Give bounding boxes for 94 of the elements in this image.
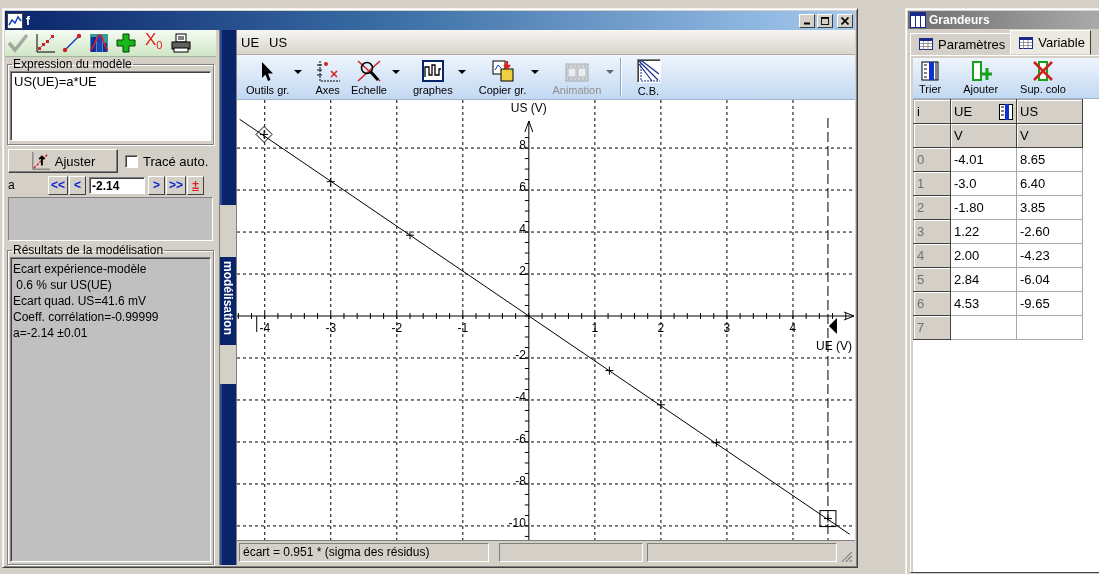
tick-label: -8 [515,473,526,488]
group-label: Expression du modèle [12,57,133,71]
tick-label: 2 [657,321,665,335]
histogram-icon[interactable] [89,33,109,53]
tick-label: -6 [515,431,526,446]
result-line: Coeff. corrélation=-0.99999 [13,309,160,325]
sort-column-icon [919,61,942,81]
step-button[interactable]: > [148,175,165,195]
tick-label: -1 [457,321,469,335]
window-title: Grandeurs [929,13,990,27]
triangle-marker[interactable] [828,318,837,334]
maximize-icon [821,16,829,25]
status-panel: écart = 0.951 * (sigma des résidus) [239,543,490,562]
menu-item[interactable]: US [269,34,288,50]
fan-lines-icon [637,59,662,83]
tick-label: 4 [519,222,526,237]
column-header[interactable]: i [913,99,951,124]
plus-icon[interactable] [116,33,136,53]
data-point [604,366,614,376]
cursor-line[interactable] [827,117,829,540]
toolbar-button[interactable]: Axes [311,58,344,96]
column-header[interactable]: UE [950,99,1017,124]
tab[interactable]: Paramètres [910,33,1012,55]
maximize-button[interactable] [817,13,833,28]
fit-button[interactable]: Ajuster [8,149,118,173]
menu-item[interactable]: UE [241,34,260,50]
close-button[interactable] [837,13,853,28]
header-cell [913,123,951,148]
add-column-icon [969,61,992,81]
magnifier-icon [356,60,381,82]
tick-label: -4 [259,321,271,335]
minimize-button[interactable] [799,13,815,28]
result-line: Ecart expérience-modèle [13,261,148,277]
tick-label: 1 [591,321,599,335]
line-segment-icon[interactable] [62,33,82,53]
fit-line-icon [30,151,51,171]
tick-label: 6 [519,180,526,195]
toolbar-button[interactable]: Ajouter [963,61,999,95]
sort-column-icon[interactable] [999,103,1013,120]
checkbox-label[interactable]: Tracé auto. [143,153,209,169]
tick-label: -2 [391,321,403,335]
clipboard-icon [491,60,514,82]
caret-icon[interactable] [457,70,466,74]
window-title: f [26,13,30,28]
toolbar-button[interactable]: graphes [408,58,457,96]
film-icon [564,63,589,82]
checkbox[interactable] [125,154,138,168]
toolbar-button[interactable]: Sup. colo [1020,61,1066,95]
result-line: Ecart quad. US=41.6 mV [13,293,148,309]
square-marker[interactable] [819,510,837,528]
table-icon [919,38,933,50]
result-line: a=-2.14 ±0.01 [13,325,89,341]
resize-grip-icon[interactable] [841,551,853,563]
toolbar-button[interactable]: Copier gr. [474,58,531,96]
result-line: 0.6 % sur US(UE) [15,277,113,293]
tick-label: -4 [515,390,526,404]
tab[interactable]: Variable [1010,30,1091,55]
tick-label: 2 [519,264,526,279]
tick-label: 4 [789,321,797,335]
diamond-marker[interactable] [255,125,273,143]
caret-icon[interactable] [531,70,540,74]
tick-label: 3 [723,321,731,335]
printer-icon[interactable] [171,33,192,53]
tick-label: -10 [508,515,526,530]
parameter-name: a [8,178,16,192]
close-icon [841,16,849,25]
table-icon [1019,36,1034,49]
toolbar-button[interactable]: C.B. [631,57,666,97]
caret-icon[interactable] [294,70,303,74]
parameter-field[interactable]: -2.14 [89,176,145,194]
axes-icon [315,60,340,82]
tick-label: 8 [519,138,526,153]
step-button[interactable]: < [69,175,86,195]
tick-label: -2 [515,348,526,362]
tick-label: -3 [325,321,337,335]
data-point [823,514,833,524]
expression-field[interactable]: US(UE)=a*UE [10,71,211,141]
caret-icon[interactable] [391,70,400,74]
step-button[interactable]: >> [166,175,187,195]
toolbar-button[interactable]: Outils gr. [242,58,294,96]
graph-window-icon [421,60,444,82]
table-icon [910,12,926,28]
step-button[interactable]: << [48,175,68,195]
pointer-icon [261,60,275,82]
side-tab[interactable]: modélisation [220,257,236,345]
scatter-plot-icon[interactable] [35,33,55,53]
axis-title: US (V) [510,101,547,115]
graph-icon [7,12,23,29]
reset-button[interactable]: X$_{0}$ [143,30,165,56]
group-label: Résultats de la modélisation [12,243,165,257]
toolbar-button[interactable]: Echelle [346,58,391,96]
column-header[interactable]: US [1016,99,1083,124]
delete-column-icon [1032,61,1054,81]
toolbar-button[interactable]: Trier [919,61,942,95]
